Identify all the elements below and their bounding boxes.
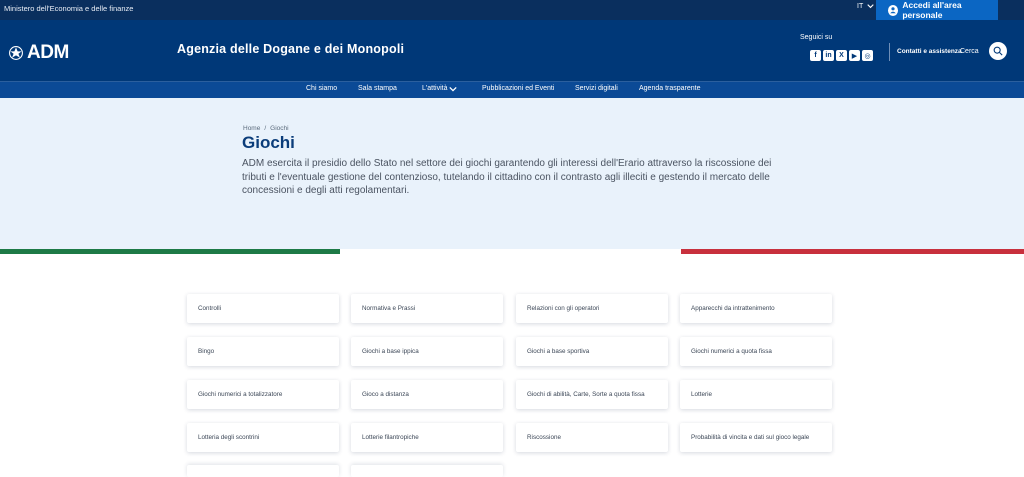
card-normativa-prassi[interactable]: Normativa e Prassi: [351, 294, 503, 323]
card-numerici-quota-fissa[interactable]: Giochi numerici a quota fissa: [680, 337, 832, 366]
card-numerici-totalizzatore[interactable]: Giochi numerici a totalizzatore: [187, 380, 339, 409]
linkedin-icon[interactable]: in: [823, 50, 834, 61]
hero-section: Home / Giochi Giochi ADM esercita il presi…: [0, 98, 1024, 249]
flag-stripe-green: [0, 249, 340, 254]
nav-item-attivita-label: L'attività: [422, 85, 448, 92]
card-lotterie[interactable]: Lotterie: [680, 380, 832, 409]
nav-item-pubblicazioni[interactable]: Pubblicazioni ed Eventi: [482, 85, 554, 92]
x-icon[interactable]: X: [836, 50, 847, 61]
youtube-icon[interactable]: ▶: [849, 50, 860, 61]
card-giochi-sportiva[interactable]: Giochi a base sportiva: [516, 337, 668, 366]
agency-name: Agenzia delle Dogane e dei Monopoli: [177, 42, 405, 56]
contacts-link[interactable]: Contatti e assistenza: [897, 48, 962, 55]
ministry-link[interactable]: Ministero dell'Economia e delle finanze: [4, 4, 133, 13]
card-giochi-ippica[interactable]: Giochi a base ippica: [351, 337, 503, 366]
nav-item-agenda-trasparente[interactable]: Agenda trasparente: [639, 85, 701, 92]
card-lotterie-filantropiche[interactable]: Lotterie filantropiche: [351, 423, 503, 452]
breadcrumb: Home / Giochi: [243, 125, 289, 132]
logo-text: ADM: [27, 42, 69, 63]
card-partial[interactable]: [187, 465, 339, 477]
search-label[interactable]: Cerca: [960, 48, 979, 55]
login-label: Accedi all'area personale: [902, 0, 962, 20]
card-giochi-abilita[interactable]: Giochi di abilità, Carte, Sorte a quota …: [516, 380, 668, 409]
flag-stripe-white: [340, 249, 681, 254]
card-partial[interactable]: [351, 465, 503, 477]
card-apparecchi[interactable]: Apparecchi da intrattenimento: [680, 294, 832, 323]
social-links: f in X ▶ ◎: [810, 50, 873, 61]
breadcrumb-home[interactable]: Home: [243, 125, 260, 132]
search-button[interactable]: [989, 42, 1007, 60]
card-controlli[interactable]: Controlli: [187, 294, 339, 323]
language-label: IT: [857, 3, 864, 10]
facebook-icon[interactable]: f: [810, 50, 821, 61]
language-selector[interactable]: IT: [857, 3, 874, 10]
nav-item-chi-siamo[interactable]: Chi siamo: [306, 85, 337, 92]
header-divider: [889, 43, 890, 61]
card-gioco-distanza[interactable]: Gioco a distanza: [351, 380, 503, 409]
chevron-down-icon: [867, 4, 874, 9]
card-relazioni-operatori[interactable]: Relazioni con gli operatori: [516, 294, 668, 323]
search-icon: [993, 46, 1003, 56]
card-probabilita-vincita[interactable]: Probabilità di vincita e dati sul gioco …: [680, 423, 832, 452]
card-bingo[interactable]: Bingo: [187, 337, 339, 366]
main-nav: Chi siamo Sala stampa L'attività Pubblic…: [0, 81, 1024, 98]
login-button[interactable]: Accedi all'area personale: [876, 0, 998, 20]
adm-logo[interactable]: ADM: [8, 42, 69, 64]
top-bar: Ministero dell'Economia e delle finanze …: [0, 0, 1024, 20]
site-header: ADM Agenzia delle Dogane e dei Monopoli …: [0, 20, 1024, 81]
chevron-down-icon: [449, 86, 458, 92]
page-description: ADM esercita il presidio dello Stato nel…: [242, 158, 772, 196]
flag-stripe-red: [681, 249, 1024, 254]
follow-label: Seguici su: [800, 34, 833, 41]
nav-item-servizi-digitali[interactable]: Servizi digitali: [575, 85, 618, 92]
emblem-icon: [9, 46, 23, 60]
nav-item-attivita[interactable]: L'attività: [422, 85, 458, 92]
nav-item-sala-stampa[interactable]: Sala stampa: [358, 85, 397, 92]
card-riscossione[interactable]: Riscossione: [516, 423, 668, 452]
instagram-icon[interactable]: ◎: [862, 50, 873, 61]
user-icon: [888, 4, 899, 16]
card-lotteria-scontrini[interactable]: Lotteria degli scontrini: [187, 423, 339, 452]
page-title: Giochi: [242, 133, 295, 152]
breadcrumb-current: Giochi: [270, 125, 289, 132]
